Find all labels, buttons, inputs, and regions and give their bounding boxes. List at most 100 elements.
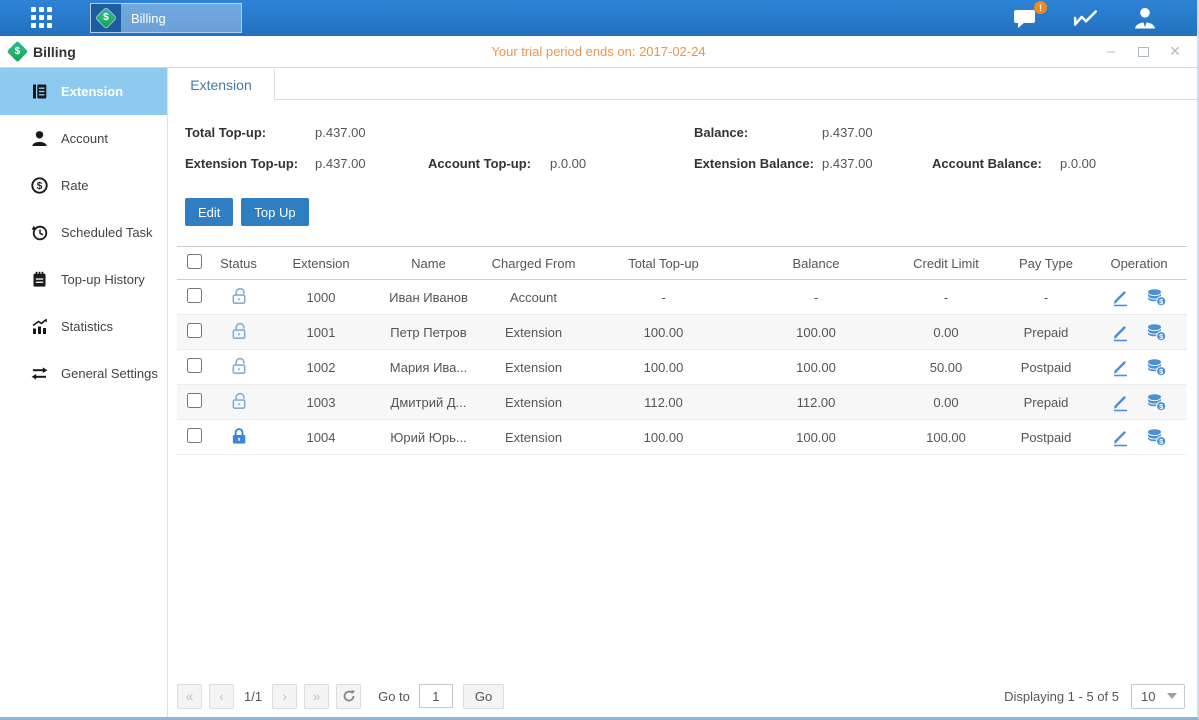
top-up-extension-icon[interactable]: $	[1146, 288, 1167, 307]
column-header-credit-limit: Credit Limit	[891, 247, 1001, 280]
row-checkbox[interactable]	[187, 358, 202, 373]
cell-pay-type: Postpaid	[1001, 420, 1091, 455]
column-header-balance: Balance	[741, 247, 891, 280]
extension-balance-value: p.437.00	[822, 156, 932, 171]
trial-period-notice: Your trial period ends on: 2017-02-24	[0, 44, 1197, 59]
sidebar-item-general-settings[interactable]: General Settings	[0, 350, 167, 397]
cell-credit-limit: 50.00	[891, 350, 1001, 385]
top-up-extension-icon[interactable]: $	[1146, 393, 1167, 412]
statistics-chart-icon	[30, 318, 48, 336]
go-button[interactable]: Go	[463, 684, 504, 709]
locked-icon	[230, 426, 248, 446]
account-topup-label: Account Top-up:	[428, 156, 550, 171]
cell-balance: 100.00	[741, 350, 891, 385]
cell-charged-from: Account	[481, 280, 586, 315]
cell-name: Юрий Юрь...	[376, 420, 481, 455]
top-up-extension-icon[interactable]: $	[1146, 358, 1167, 377]
table-row: 1004 Юрий Юрь... Extension 100.00 100.00…	[177, 420, 1187, 455]
billing-dollar-diamond-icon: $	[96, 8, 116, 28]
svg-text:$: $	[36, 181, 42, 192]
edit-extension-icon[interactable]	[1111, 323, 1130, 342]
tab-extension[interactable]: Extension	[168, 69, 275, 101]
taskbar-tab-billing[interactable]: $ Billing	[90, 3, 242, 33]
cell-credit-limit: -	[891, 280, 1001, 315]
sidebar-item-label: General Settings	[61, 366, 158, 381]
extension-topup-label: Extension Top-up:	[185, 156, 315, 171]
row-checkbox[interactable]	[187, 428, 202, 443]
cell-name: Петр Петров	[376, 315, 481, 350]
reports-chart-icon[interactable]	[1073, 7, 1099, 29]
dollar-circle-icon: $	[30, 177, 48, 195]
account-balance-value: p.0.00	[1060, 156, 1096, 171]
edit-button[interactable]: Edit	[185, 198, 233, 226]
extension-table: Status Extension Name Charged From Total…	[177, 246, 1187, 455]
messages-icon[interactable]: !	[1013, 7, 1039, 29]
minimize-icon[interactable]: –	[1103, 44, 1119, 60]
sidebar-item-label: Rate	[61, 178, 88, 193]
refresh-button[interactable]	[336, 684, 361, 709]
goto-page-input[interactable]	[419, 684, 453, 708]
row-checkbox[interactable]	[187, 323, 202, 338]
sidebar-item-scheduled-task[interactable]: Scheduled Task	[0, 209, 167, 256]
cell-pay-type: Prepaid	[1001, 385, 1091, 420]
unlocked-icon	[230, 391, 248, 411]
sidebar-item-label: Extension	[61, 84, 123, 99]
edit-extension-icon[interactable]	[1111, 428, 1130, 447]
top-up-button[interactable]: Top Up	[241, 198, 308, 226]
person-icon	[30, 130, 48, 148]
tab-strip: Extension	[168, 68, 1197, 100]
sidebar-item-topup-history[interactable]: Top-up History	[0, 256, 167, 303]
sidebar-item-account[interactable]: Account	[0, 115, 167, 162]
clock-history-icon	[30, 224, 48, 242]
chevron-down-icon	[1167, 693, 1177, 699]
top-up-extension-icon[interactable]: $	[1146, 323, 1167, 342]
edit-extension-icon[interactable]	[1111, 393, 1130, 412]
top-up-extension-icon[interactable]: $	[1146, 428, 1167, 447]
sidebar-item-label: Statistics	[61, 319, 113, 334]
prev-page-button[interactable]: ‹	[209, 684, 234, 709]
balance-label: Balance:	[694, 125, 822, 140]
displaying-count-text: Displaying 1 - 5 of 5	[1004, 689, 1119, 704]
first-page-button[interactable]: «	[177, 684, 202, 709]
sidebar-item-statistics[interactable]: Statistics	[0, 303, 167, 350]
main-menu-grid-icon[interactable]	[31, 7, 53, 29]
unlocked-icon	[230, 321, 248, 341]
maximize-icon[interactable]	[1135, 44, 1151, 60]
edit-extension-icon[interactable]	[1111, 288, 1130, 307]
close-icon[interactable]: ×	[1167, 44, 1183, 60]
user-account-icon[interactable]	[1133, 7, 1157, 29]
notebook-icon	[30, 271, 48, 289]
cell-name: Дмитрий Д...	[376, 385, 481, 420]
action-buttons: Edit Top Up	[168, 198, 1197, 226]
window-controls: – ×	[1103, 44, 1183, 60]
last-page-button[interactable]: »	[304, 684, 329, 709]
sidebar-item-rate[interactable]: $ Rate	[0, 162, 167, 209]
table-header-row: Status Extension Name Charged From Total…	[177, 247, 1187, 280]
page-size-select[interactable]: 10	[1131, 684, 1185, 709]
row-checkbox[interactable]	[187, 288, 202, 303]
next-page-button[interactable]: ›	[272, 684, 297, 709]
main-content: Extension Total Top-up: p.437.00 Balance…	[168, 68, 1197, 717]
cell-balance: -	[741, 280, 891, 315]
sidebar-item-extension[interactable]: Extension	[0, 68, 167, 115]
cell-total-topup: 100.00	[586, 420, 741, 455]
extension-balance-label: Extension Balance:	[694, 156, 822, 171]
cell-credit-limit: 100.00	[891, 420, 1001, 455]
cell-charged-from: Extension	[481, 420, 586, 455]
table-row: 1002 Мария Ива... Extension 100.00 100.0…	[177, 350, 1187, 385]
extension-table-wrap: Status Extension Name Charged From Total…	[177, 246, 1185, 455]
select-all-checkbox[interactable]	[187, 254, 202, 269]
balance-summary: Total Top-up: p.437.00 Balance: p.437.00…	[168, 117, 1197, 179]
window-title: Billing	[33, 44, 76, 60]
edit-extension-icon[interactable]	[1111, 358, 1130, 377]
unlocked-icon	[230, 356, 248, 376]
billing-dollar-diamond-icon: $	[7, 41, 28, 62]
taskbar-tab-label: Billing	[131, 11, 166, 26]
unlocked-icon	[230, 286, 248, 306]
column-header-extension: Extension	[266, 247, 376, 280]
cell-charged-from: Extension	[481, 385, 586, 420]
topbar-right-icons: !	[1013, 0, 1157, 36]
row-checkbox[interactable]	[187, 393, 202, 408]
cell-charged-from: Extension	[481, 350, 586, 385]
column-header-charged-from: Charged From	[481, 247, 586, 280]
